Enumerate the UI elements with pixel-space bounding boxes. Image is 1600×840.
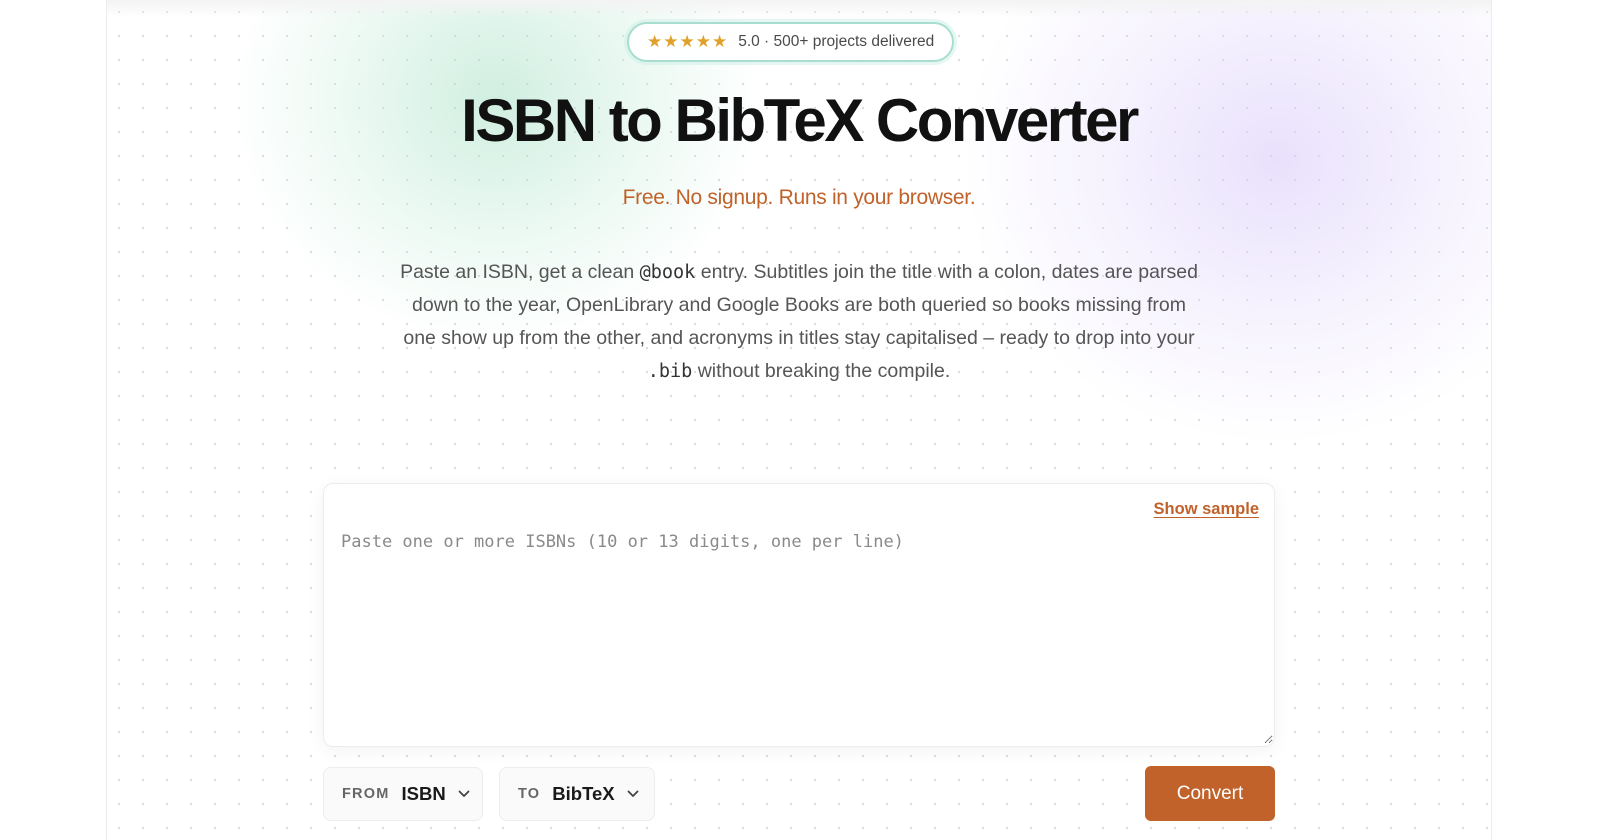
- tagline: Free. No signup. Runs in your browser.: [622, 186, 976, 209]
- page-frame: ★★★★★ 5.0 · 500+ projects delivered ISBN…: [106, 0, 1492, 840]
- to-format-select[interactable]: TO BibTeX: [499, 767, 655, 821]
- description-text-1: Paste an ISBN, get a clean: [400, 261, 640, 283]
- page-title: ISBN to BibTeX Converter: [461, 87, 1139, 154]
- from-value: ISBN: [401, 783, 446, 804]
- description-code-book: @book: [639, 262, 696, 283]
- chevron-down-icon: [627, 790, 639, 798]
- show-sample-link[interactable]: Show sample: [1154, 500, 1259, 519]
- rating-text: 5.0 · 500+ projects delivered: [738, 33, 935, 50]
- description-text-3: without breaking the compile.: [692, 360, 951, 382]
- converter-card: Show sample: [323, 483, 1275, 747]
- isbn-input[interactable]: [325, 528, 1273, 744]
- description: Paste an ISBN, get a clean @book entry. …: [399, 256, 1199, 388]
- from-format-select[interactable]: FROM ISBN: [323, 767, 483, 821]
- to-label: TO: [518, 786, 541, 802]
- chevron-down-icon: [458, 790, 470, 798]
- description-code-bib: .bib: [647, 361, 693, 382]
- from-label: FROM: [342, 786, 390, 802]
- star-rating-icon: ★★★★★: [647, 32, 729, 51]
- rating-badge: ★★★★★ 5.0 · 500+ projects delivered: [627, 22, 955, 62]
- top-fade: [107, 0, 1491, 18]
- to-value: BibTeX: [552, 783, 615, 804]
- convert-button[interactable]: Convert: [1145, 766, 1275, 821]
